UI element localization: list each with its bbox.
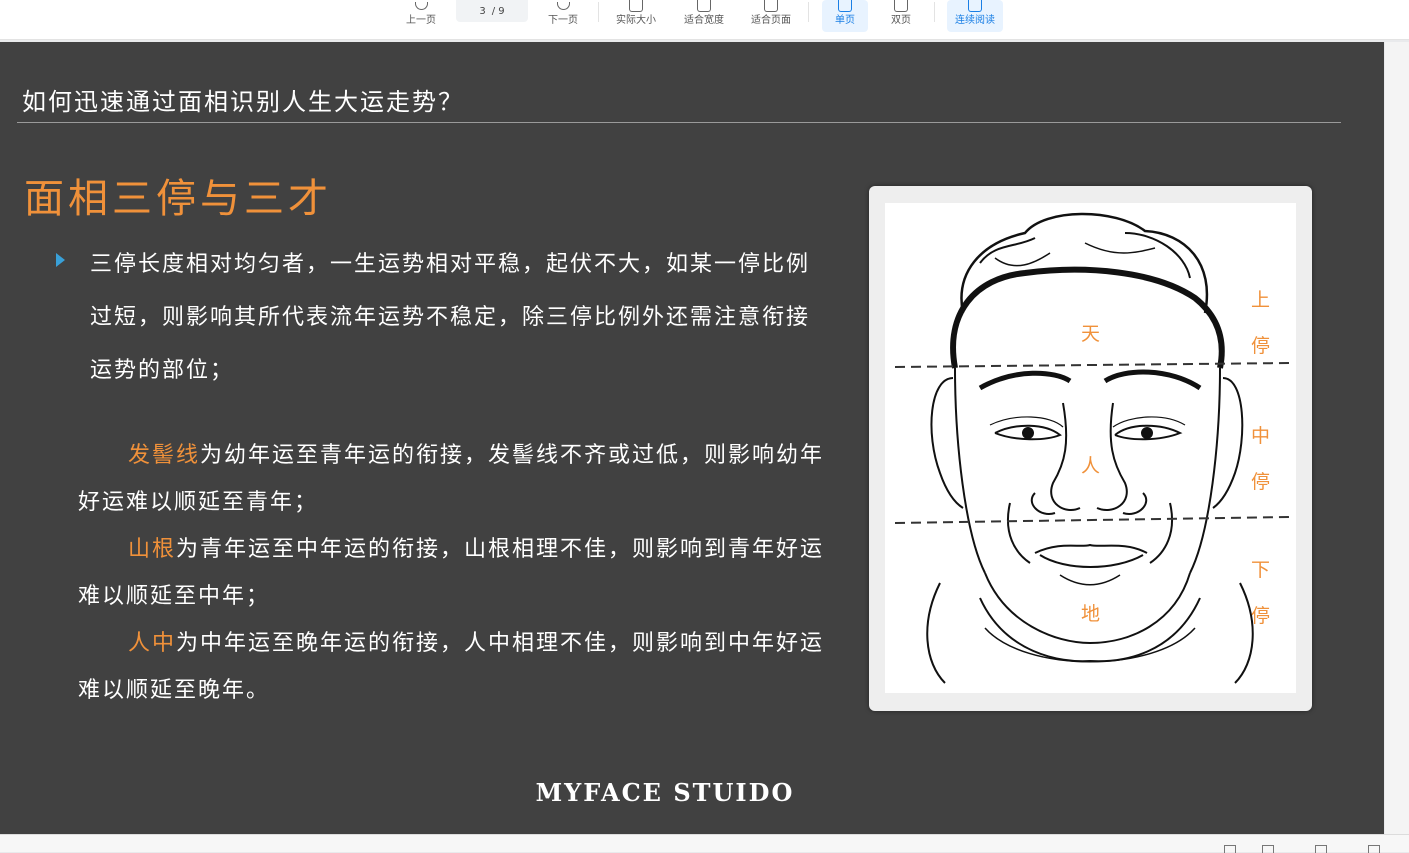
paragraph-text: 为青年运至中年运的衔接，山根相理不佳，则影响到青年好运难以顺延至中年；: [78, 537, 825, 609]
fit-page-icon: [764, 0, 778, 12]
title-divider: [17, 122, 1341, 123]
label-heaven: 天: [1081, 323, 1101, 345]
actual-size-button[interactable]: 实际大小: [610, 0, 662, 32]
paragraph-philtrum: 人中为中年运至晚年运的衔接，人中相理不佳，则影响到中年好运难以顺延至晚年。: [78, 620, 848, 714]
keyword-philtrum: 人中: [128, 631, 177, 656]
viewer-toolbar: 上一页 3 / 9 下一页 实际大小 适合宽度 适合页面 单页 双页 连续阅读: [0, 0, 1409, 40]
page-current: 3: [479, 5, 486, 17]
face-illustration: 天 人 地 上 停 中 停 下 停: [885, 203, 1296, 693]
toolbar-divider: [808, 2, 809, 22]
double-page-button[interactable]: 双页: [878, 0, 924, 32]
next-page-button[interactable]: 下一页: [540, 0, 586, 32]
label-middle-2: 停: [1251, 471, 1271, 493]
label-upper-1: 上: [1251, 289, 1271, 311]
bullet-paragraph: 三停长度相对均匀者，一生运势相对平稳，起伏不大，如某一停比例过短，则影响其所代表…: [90, 252, 811, 383]
slide-heading: 面相三停与三才: [24, 176, 332, 222]
chevron-left-icon: [414, 2, 428, 10]
paragraph-text: 为中年运至晚年运的衔接，人中相理不佳，则影响到中年好运难以顺延至晚年。: [78, 631, 825, 703]
label-earth: 地: [1081, 603, 1101, 625]
keyword-nose-bridge: 山根: [128, 537, 177, 562]
label-lower-2: 停: [1251, 605, 1271, 627]
page-total: / 9: [491, 5, 505, 17]
label-upper-2: 停: [1251, 335, 1271, 357]
label-human: 人: [1081, 455, 1101, 477]
slide-page: 如何迅速通过面相识别人生大运走势？ 面相三停与三才 三停长度相对均匀者，一生运势…: [0, 42, 1384, 834]
toolbar-divider: [934, 2, 935, 22]
bullet-triangle-icon: [56, 253, 65, 267]
continuous-reading-button[interactable]: 连续阅读: [947, 0, 1003, 32]
paragraph-hairline: 发髻线为幼年运至青年运的衔接，发髻线不齐或过低，则影响幼年好运难以顺延至青年；: [78, 432, 848, 526]
double-page-icon: [894, 0, 908, 12]
keyword-hairline: 发髻线: [128, 443, 201, 468]
single-page-button[interactable]: 单页: [822, 0, 868, 32]
chevron-right-icon: [556, 2, 570, 10]
label-middle-1: 中: [1251, 425, 1271, 447]
face-figure-frame: 天 人 地 上 停 中 停 下 停: [869, 186, 1312, 711]
fit-page-button[interactable]: 适合页面: [745, 0, 797, 32]
label-lower-1: 下: [1251, 559, 1271, 581]
single-page-icon: [838, 0, 852, 12]
studio-footer: MYFACE STUIDO: [535, 778, 795, 807]
vertical-scrollbar[interactable]: [1385, 42, 1409, 834]
fit-width-button[interactable]: 适合宽度: [678, 0, 730, 32]
status-bar: [0, 834, 1409, 853]
page-indicator[interactable]: 3 / 9: [456, 0, 528, 22]
toolbar-divider: [598, 2, 599, 22]
paragraph-nose-bridge: 山根为青年运至中年运的衔接，山根相理不佳，则影响到青年好运难以顺延至中年；: [78, 526, 848, 620]
continuous-reading-icon: [968, 0, 982, 12]
slide-title: 如何迅速通过面相识别人生大运走势？: [22, 88, 464, 116]
fit-width-icon: [697, 0, 711, 12]
prev-page-button[interactable]: 上一页: [398, 0, 444, 32]
actual-size-icon: [629, 0, 643, 12]
